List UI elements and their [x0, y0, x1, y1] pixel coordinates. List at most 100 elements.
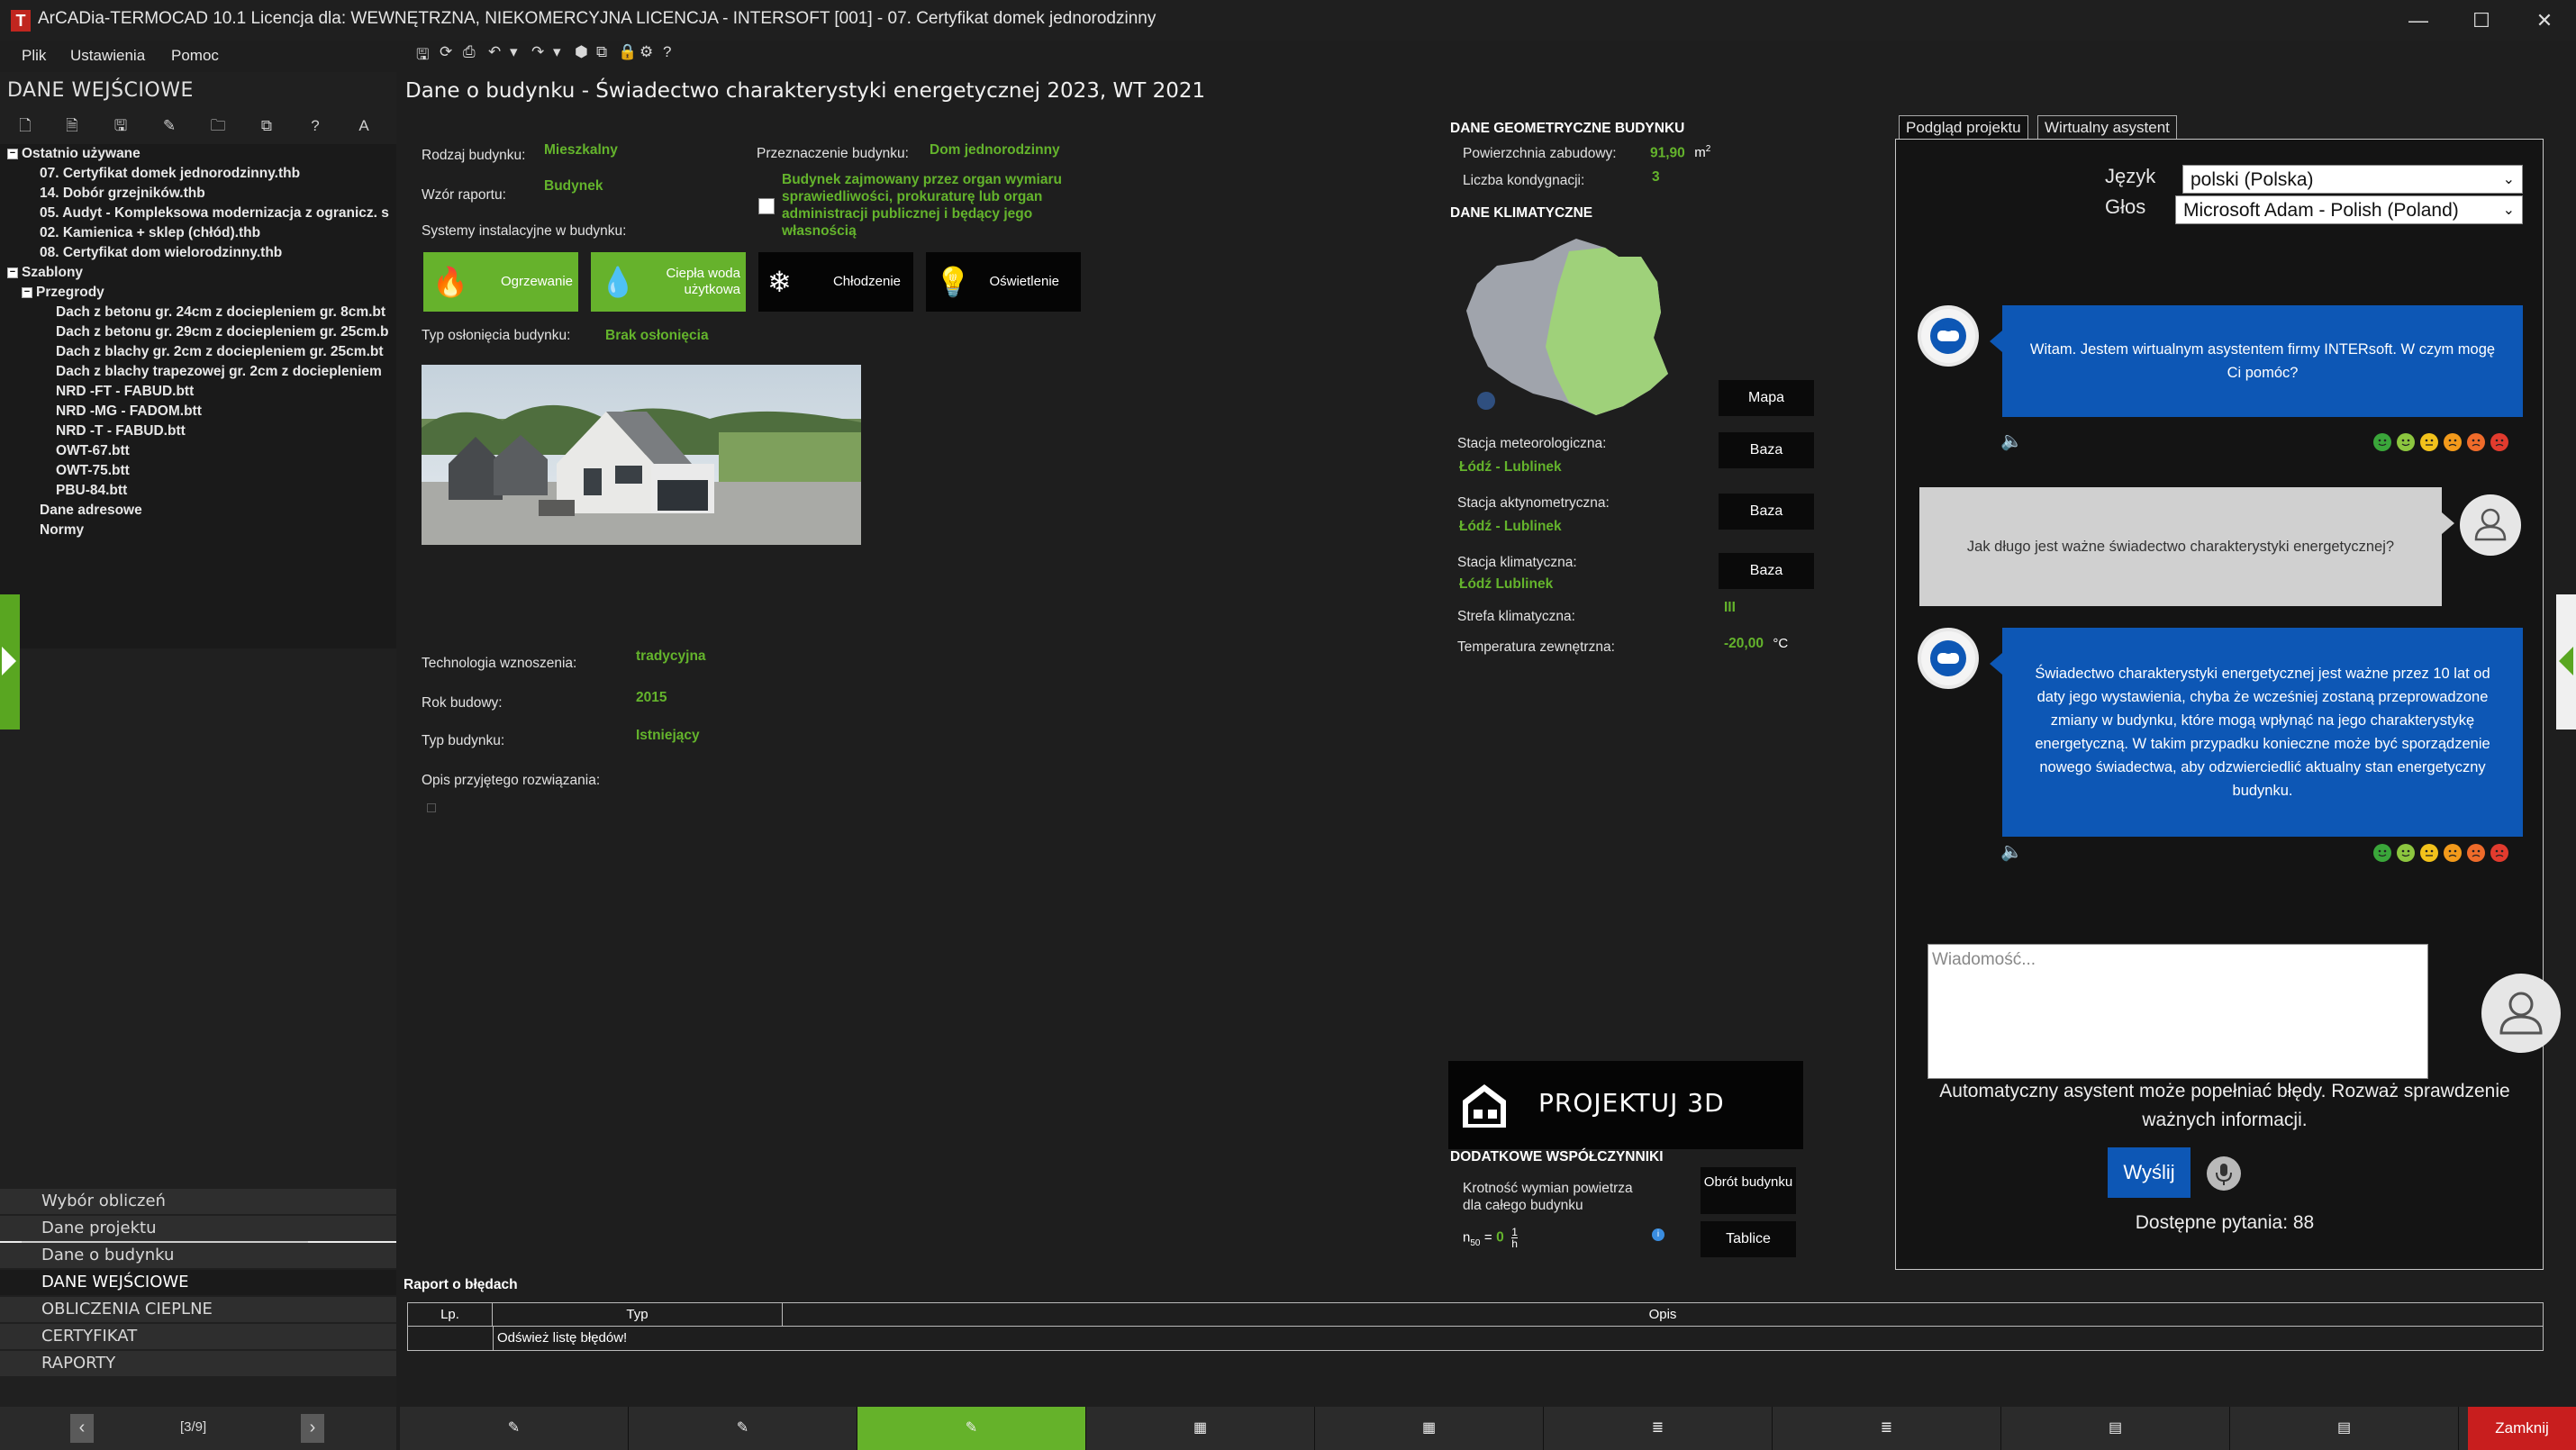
font-icon[interactable]: A — [353, 115, 375, 137]
meteo-base-button[interactable]: Baza — [1719, 432, 1814, 468]
speaker-icon[interactable]: 🔈 — [2000, 840, 2023, 863]
prev-page-button[interactable]: ‹ — [70, 1414, 94, 1443]
tree-partition-item[interactable]: Dach z betonu gr. 29cm z dociepleniem gr… — [56, 324, 396, 344]
send-button[interactable]: Wyślij — [2108, 1147, 2191, 1198]
menu-ustawienia[interactable]: Ustawienia — [70, 47, 145, 65]
area-field[interactable]: 91,90 m2 — [1650, 144, 1710, 161]
copy-icon[interactable]: ⧉ — [256, 115, 277, 137]
bottom-tab-button[interactable]: ▤ — [2001, 1407, 2230, 1450]
rating-emoji-icon[interactable] — [2373, 433, 2391, 451]
bottom-tab-button[interactable]: ✎ — [857, 1407, 1086, 1450]
tree-recent-item[interactable]: 08. Certyfikat dom wielorodzinny.thb — [40, 245, 396, 265]
tab-virtual-assistant[interactable]: Wirtualny asystent — [2037, 115, 2177, 140]
close-window-button[interactable]: ✕ — [2513, 0, 2576, 41]
building-rotation-button[interactable]: Obrót budynku — [1701, 1167, 1796, 1214]
nav-obliczenia-cieplne[interactable]: OBLICZENIA CIEPLNE — [0, 1297, 396, 1322]
open-file-icon[interactable]: 🗎 — [61, 115, 83, 137]
description-edit-icon[interactable] — [427, 803, 436, 812]
menu-pomoc[interactable]: Pomoc — [171, 47, 219, 65]
help-icon[interactable]: ? — [663, 43, 671, 61]
year-value[interactable]: 2015 — [636, 690, 667, 706]
bottom-tab-button[interactable]: ▤ — [2230, 1407, 2459, 1450]
refresh-icon[interactable]: ⟳ — [440, 43, 452, 61]
tree-templates-header[interactable]: − Szablony — [7, 265, 395, 285]
bottom-tab-button[interactable]: ✎ — [629, 1407, 857, 1450]
tree-partition-item[interactable]: Dach z blachy trapezowej gr. 2cm z docie… — [56, 364, 396, 384]
shading-value[interactable]: Brak osłonięcia — [605, 328, 709, 344]
rating-emoji-icon[interactable] — [2373, 844, 2391, 862]
col-description[interactable]: Opis — [783, 1303, 2543, 1327]
tree-partition-item[interactable]: NRD -FT - FABUD.btt — [56, 384, 396, 403]
outdoor-temp-field[interactable]: -20,00 °C — [1724, 636, 1788, 652]
public-building-label[interactable]: Budynek zajmowany przez organ wymiaru sp… — [782, 171, 1079, 240]
rating-emoji-icon[interactable] — [2444, 433, 2462, 451]
language-select[interactable]: polski (Polska) ⌄ — [2182, 165, 2523, 194]
meteo-station-value[interactable]: Łódź - Lublinek — [1459, 459, 1562, 476]
collapse-right-tab[interactable] — [2556, 594, 2576, 730]
rating-emoji-icon[interactable] — [2420, 433, 2438, 451]
nav-dane-projektu[interactable]: Dane projektu — [0, 1216, 396, 1241]
close-button[interactable]: Zamknij — [2468, 1407, 2576, 1450]
dropdown-icon[interactable]: ▾ — [553, 43, 561, 61]
package-icon[interactable]: ⬢ — [575, 43, 588, 61]
bottom-tab-button[interactable]: ≣ — [1544, 1407, 1773, 1450]
tools-icon[interactable]: ⚙ — [639, 43, 653, 61]
speaker-icon[interactable]: 🔈 — [2000, 430, 2023, 452]
system-hot-water-button[interactable]: 💧 Ciepła woda użytkowa — [591, 252, 746, 312]
voice-select[interactable]: Microsoft Adam - Polish (Poland) ⌄ — [2175, 195, 2523, 224]
undo-icon[interactable]: ↶ — [488, 43, 501, 61]
new-file-icon[interactable]: 🗋 — [14, 115, 36, 137]
copy-icon[interactable]: ⧉ — [596, 43, 607, 61]
rating-emoji-icon[interactable] — [2444, 844, 2462, 862]
tree-recent-item[interactable]: 05. Audyt - Kompleksowa modernizacja z o… — [40, 205, 396, 225]
rating-emoji-icon[interactable] — [2467, 844, 2485, 862]
design-3d-button[interactable]: PROJEKTUJ 3D — [1448, 1061, 1803, 1149]
technology-value[interactable]: tradycyjna — [636, 648, 706, 665]
tables-button[interactable]: Tablice — [1701, 1221, 1796, 1257]
bottom-tab-button[interactable]: ≣ — [1773, 1407, 2001, 1450]
tree-partition-item[interactable]: Dach z betonu gr. 24cm z dociepleniem gr… — [56, 304, 396, 324]
building-kind-value[interactable]: Istniejący — [636, 728, 700, 744]
dropdown-icon[interactable]: ▾ — [510, 43, 518, 61]
building-type-value[interactable]: Mieszkalny — [544, 142, 618, 159]
public-building-checkbox[interactable] — [758, 198, 775, 214]
tree-partition-item[interactable]: OWT-67.btt — [56, 443, 396, 463]
climate-station-value[interactable]: Łódź Lublinek — [1459, 576, 1553, 593]
help-file-icon[interactable]: ? — [304, 115, 326, 137]
collapse-icon[interactable]: − — [7, 148, 18, 159]
nav-certyfikat[interactable]: CERTYFIKAT — [0, 1324, 396, 1349]
print-icon[interactable]: ⎙ — [463, 43, 476, 61]
tree-norms-item[interactable]: Normy — [40, 522, 396, 542]
tree-recent-item[interactable]: 14. Dobór grzejników.thb — [40, 186, 396, 205]
rating-emoji-icon[interactable] — [2420, 844, 2438, 862]
minimize-button[interactable]: — — [2387, 0, 2450, 41]
tree-partition-item[interactable]: PBU-84.btt — [56, 483, 396, 503]
lock-icon[interactable]: 🔒 — [618, 43, 637, 61]
map-button[interactable]: Mapa — [1719, 380, 1814, 416]
nav-dane-wejsciowe[interactable]: DANE WEJŚCIOWE — [0, 1270, 396, 1295]
tree-recent-item[interactable]: 02. Kamienica + sklep (chłód).thb — [40, 225, 396, 245]
microphone-icon[interactable] — [2207, 1156, 2241, 1191]
system-cooling-button[interactable]: ❄ Chłodzenie — [758, 252, 913, 312]
collapse-left-tab[interactable] — [0, 594, 20, 730]
climate-zone-value[interactable]: III — [1724, 600, 1736, 616]
purpose-value[interactable]: Dom jednorodzinny — [930, 142, 1060, 159]
nav-wybor-obliczen[interactable]: Wybór obliczeń — [0, 1189, 396, 1214]
rating-emoji-icon[interactable] — [2490, 433, 2508, 451]
rating-emoji-icon[interactable] — [2397, 844, 2415, 862]
edit-file-icon[interactable]: ✎ — [159, 115, 180, 137]
bottom-tab-button[interactable]: ✎ — [400, 1407, 629, 1450]
floors-value[interactable]: 3 — [1652, 169, 1660, 186]
climate-base-button[interactable]: Baza — [1719, 553, 1814, 589]
message-input[interactable]: Wiadomość... — [1927, 944, 2428, 1079]
rating-emoji-icon[interactable] — [2467, 433, 2485, 451]
tree-partition-item[interactable]: Dach z blachy gr. 2cm z dociepleniem gr.… — [56, 344, 396, 364]
info-icon[interactable]: i — [1652, 1228, 1664, 1241]
bottom-tab-button[interactable]: ▦ — [1315, 1407, 1544, 1450]
bottom-tab-button[interactable]: ▦ — [1086, 1407, 1315, 1450]
tree-recent-header[interactable]: − Ostatnio używane — [7, 146, 395, 166]
tree-recent-item[interactable]: 07. Certyfikat domek jednorodzinny.thb — [40, 166, 396, 186]
tree-address-item[interactable]: Dane adresowe — [40, 503, 396, 522]
redo-icon[interactable]: ↷ — [531, 43, 544, 61]
n50-field[interactable]: n50 = 0 1 h — [1463, 1227, 1518, 1249]
